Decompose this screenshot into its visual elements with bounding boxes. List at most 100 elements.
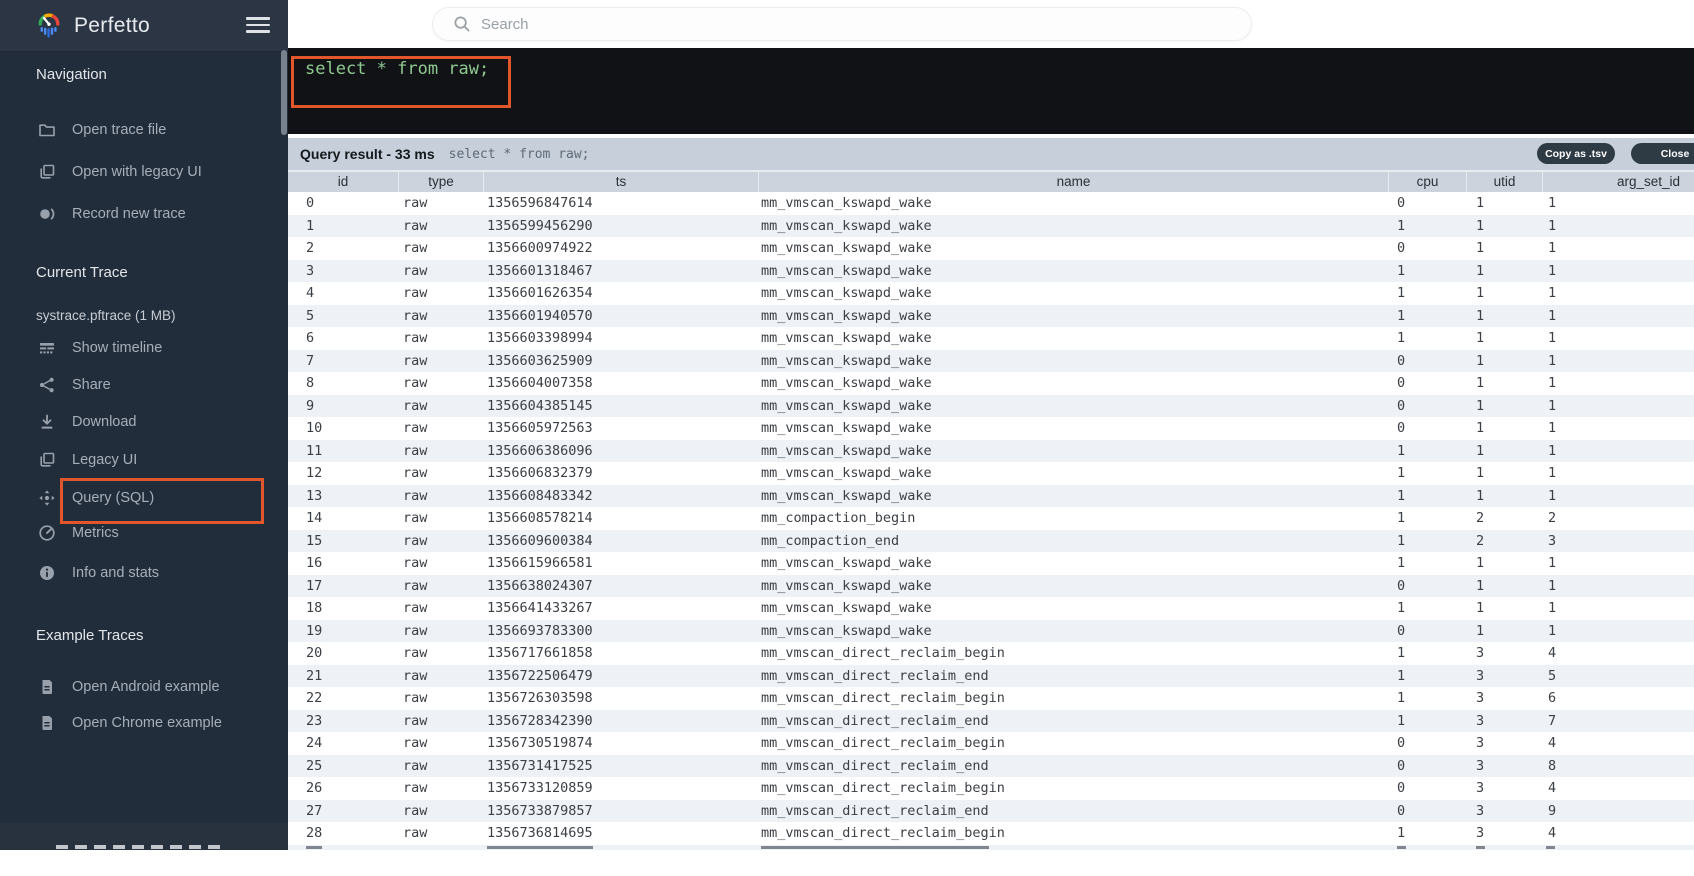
cell-arg_set_id: 1: [1548, 600, 1557, 616]
cell-arg_set_id: 4: [1548, 780, 1557, 796]
sql-query-editor[interactable]: select * from raw;: [288, 48, 1694, 134]
search-icon: [453, 15, 471, 33]
perfetto-logo-link[interactable]: Perfetto: [34, 11, 150, 41]
sidebar-item-info-and-stats[interactable]: Info and stats: [0, 561, 288, 585]
sidebar-item-open-android-example[interactable]: Open Android example: [0, 675, 288, 699]
cell-name: mm_vmscan_kswapd_wake: [761, 600, 932, 616]
cell-arg_set_id: 9: [1548, 802, 1557, 819]
cell-utid: 1: [1476, 352, 1485, 369]
table-row: 26 raw 1356733120859 mm_vmscan_direct_recla…: [288, 777, 1694, 800]
cell-name: mm_vmscan_kswapd_wake: [761, 622, 932, 639]
cell-ts: 1356693783300: [487, 622, 593, 639]
query-result-bar: Query result - 33 ms select * from raw; …: [288, 138, 1694, 170]
cell-utid: 1: [1476, 375, 1485, 391]
cell-name: mm_vmscan_kswapd_wake: [761, 465, 932, 481]
sidebar-header: Perfetto: [0, 0, 288, 52]
cell-cpu: 1: [1397, 442, 1406, 459]
cell-type: raw: [403, 217, 428, 234]
cell-type: raw: [403, 825, 428, 841]
trace-name: systrace.pftrace (1 MB): [36, 308, 176, 323]
cell-type: raw: [403, 442, 428, 459]
timeline-icon: [38, 339, 56, 357]
cell-utid: 1: [1476, 397, 1485, 414]
cell-id: 3: [306, 262, 315, 279]
table-row: 2 raw 1356600974922 mm_vmscan_kswapd_wake 0 1…: [288, 237, 1694, 260]
cell-utid: 1: [1476, 465, 1485, 481]
cell-arg_set_id: 1: [1548, 622, 1557, 639]
cell-name: mm_vmscan_kswapd_wake: [761, 195, 932, 211]
cell-arg_set_id: 1: [1548, 577, 1557, 594]
cell-name: mm_vmscan_kswapd_wake: [761, 330, 932, 346]
cell-id: 18: [306, 600, 323, 616]
gauge-icon: [38, 524, 56, 542]
cell-name: mm_vmscan_direct_reclaim_begin: [761, 645, 1005, 661]
cell-cpu: 1: [1397, 487, 1406, 504]
sidebar-scrollbar[interactable]: [281, 50, 287, 135]
cell-type: raw: [403, 240, 428, 256]
search-input[interactable]: [479, 14, 1251, 34]
cell-ts: 1356615966581: [487, 555, 593, 571]
cell-type: raw: [403, 397, 428, 414]
cell-utid: 1: [1476, 577, 1485, 594]
cell-cpu: 0: [1397, 757, 1406, 774]
table-row: 5 raw 1356601940570 mm_vmscan_kswapd_wake 1 1…: [288, 304, 1694, 327]
table-row: 10 raw 1356605972563 mm_vmscan_kswapd_wake 0…: [288, 417, 1694, 440]
cell-name: mm_vmscan_direct_reclaim_begin: [761, 825, 1005, 841]
sidebar-item-open-legacy-ui[interactable]: Open with legacy UI: [0, 160, 288, 184]
sidebar-item-legacy-ui[interactable]: Legacy UI: [0, 448, 288, 472]
cell-name: mm_vmscan_kswapd_wake: [761, 307, 932, 324]
cell-cpu: 0: [1397, 735, 1406, 751]
download-icon: [38, 413, 56, 431]
cell-ts: 1356606386096: [487, 442, 593, 459]
cell-id: 22: [306, 690, 323, 706]
cell-cpu: 1: [1397, 645, 1406, 661]
table-row: 27 raw 1356733879857 mm_vmscan_direct_recla…: [288, 799, 1694, 822]
cell-ts: 1356641433267: [487, 600, 593, 616]
cell-cpu: 1: [1397, 532, 1406, 549]
cell-utid: 3: [1476, 780, 1485, 796]
sidebar-item-open-chrome-example[interactable]: Open Chrome example: [0, 711, 288, 735]
sidebar-item-query-sql[interactable]: Query (SQL): [0, 486, 288, 510]
cell-id: 11: [306, 442, 323, 459]
sidebar-item-download[interactable]: Download: [0, 410, 288, 434]
sidebar-item-open-trace-file[interactable]: Open trace file: [0, 118, 288, 142]
sidebar-item-share[interactable]: Share: [0, 373, 288, 397]
cell-id: 28: [306, 825, 323, 841]
cell-arg_set_id: 5: [1548, 667, 1557, 684]
layers-icon: [38, 163, 56, 181]
cell-name: mm_vmscan_kswapd_wake: [761, 555, 932, 571]
cell-utid: 1: [1476, 420, 1485, 436]
cell-ts: 1356603398994: [487, 330, 593, 346]
sidebar: Perfetto Navigation Open trace file Open…: [0, 0, 288, 850]
sidebar-item-show-timeline[interactable]: Show timeline: [0, 336, 288, 360]
cell-id: 2: [306, 240, 315, 256]
cell-arg_set_id: 1: [1548, 195, 1557, 211]
cell-id: 17: [306, 577, 323, 594]
cell-cpu: 1: [1397, 307, 1406, 324]
table-row: 17 raw 1356638024307 mm_vmscan_kswapd_wake 0…: [288, 574, 1694, 597]
table-row: 7 raw 1356603625909 mm_vmscan_kswapd_wake 0 1…: [288, 349, 1694, 372]
omnibox-search[interactable]: [432, 7, 1252, 41]
clipped-table-row: [288, 844, 1694, 850]
sidebar-item-metrics[interactable]: Metrics: [0, 521, 288, 545]
cell-utid: 2: [1476, 532, 1485, 549]
close-button[interactable]: Close: [1631, 143, 1694, 164]
cell-name: mm_vmscan_direct_reclaim_begin: [761, 690, 1005, 706]
menu-hamburger-icon[interactable]: [246, 14, 270, 36]
table-row: 4 raw 1356601626354 mm_vmscan_kswapd_wake 1 1…: [288, 282, 1694, 305]
query-results-table[interactable]: 0 raw 1356596847614 mm_vmscan_kswapd_wake 0 1…: [288, 192, 1694, 850]
cell-cpu: 0: [1397, 397, 1406, 414]
cell-id: 6: [306, 330, 315, 346]
table-row: 18 raw 1356641433267 mm_vmscan_kswapd_wake 1…: [288, 597, 1694, 620]
cell-name: mm_vmscan_kswapd_wake: [761, 577, 932, 594]
cell-cpu: 1: [1397, 465, 1406, 481]
table-row: 9 raw 1356604385145 mm_vmscan_kswapd_wake 0 1…: [288, 394, 1694, 417]
cell-utid: 3: [1476, 802, 1485, 819]
cell-ts: 1356599456290: [487, 217, 593, 234]
cell-ts: 1356605972563: [487, 420, 593, 436]
sidebar-item-record-new-trace[interactable]: Record new trace: [0, 202, 288, 226]
cell-id: 19: [306, 622, 323, 639]
cell-id: 27: [306, 802, 323, 819]
cell-utid: 3: [1476, 825, 1485, 841]
copy-as-tsv-button[interactable]: Copy as .tsv: [1537, 143, 1615, 164]
